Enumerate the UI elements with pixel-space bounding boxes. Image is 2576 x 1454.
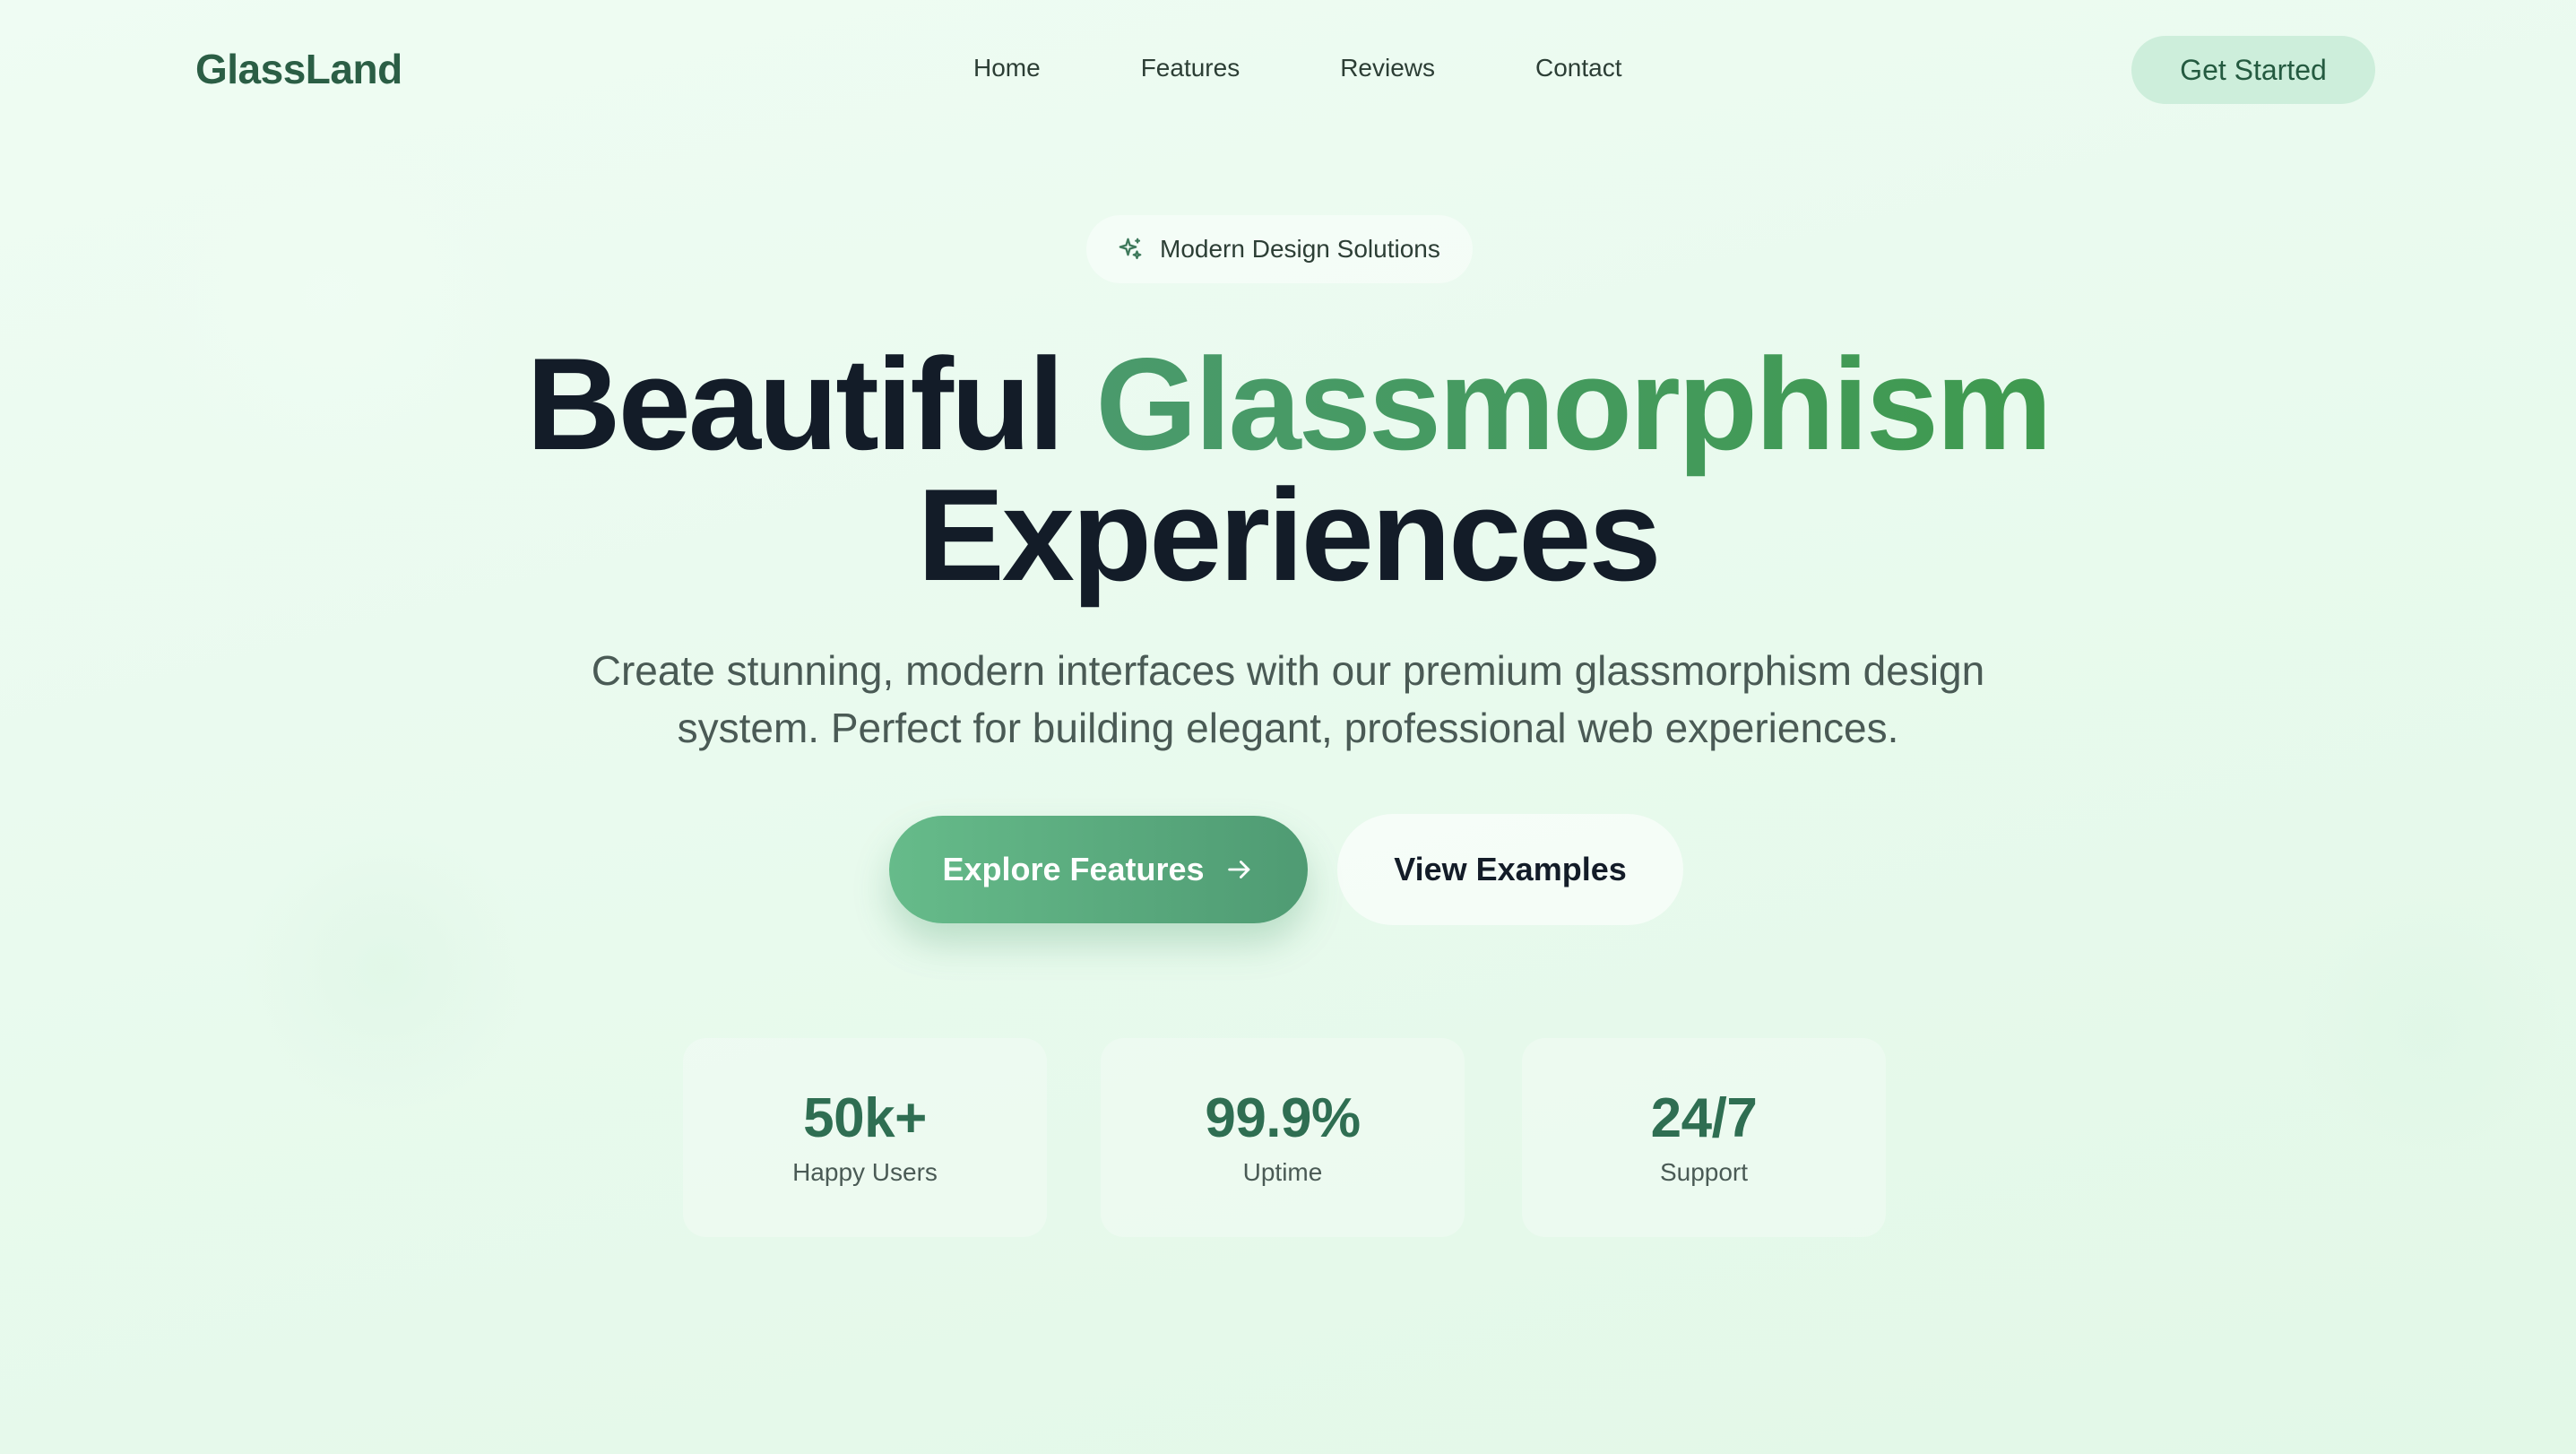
stat-label: Support [1659,1158,1749,1186]
hero-headline: Beautiful Glassmorphism Experiences [0,339,2576,601]
stat-label: Happy Users [792,1158,938,1186]
headline-part2: Experiences [917,462,1661,608]
sparkles-icon [1117,236,1144,263]
nav-link-home[interactable]: Home [973,54,1041,82]
hero-badge: Modern Design Solutions [1086,215,1473,283]
nav-links: Home Features Reviews Contact [973,54,1622,82]
badge-text: Modern Design Solutions [1160,235,1440,263]
nav-link-contact[interactable]: Contact [1535,54,1622,82]
nav-link-features[interactable]: Features [1141,54,1240,82]
nav-link-reviews[interactable]: Reviews [1340,54,1435,82]
headline-part1: Beautiful [526,331,1096,477]
explore-features-button[interactable]: Explore Features [889,816,1308,923]
top-navigation: GlassLand Home Features Reviews Contact … [0,0,2576,140]
arrow-right-icon [1224,854,1255,885]
headline-accent: Glassmorphism [1095,331,2052,477]
stat-card: 24/7 Support [1522,1038,1886,1237]
hero-subtitle: Create stunning, modern interfaces with … [591,647,1985,751]
view-examples-button[interactable]: View Examples [1337,814,1683,925]
decorative-blob [2295,896,2563,1165]
stat-value: 24/7 [1650,1087,1758,1149]
stat-value: 99.9% [1205,1087,1361,1149]
stat-card: 99.9% Uptime [1101,1038,1465,1237]
stat-label: Uptime [1242,1158,1323,1186]
brand-logo[interactable]: GlassLand [195,45,402,93]
decorative-blob [242,825,529,1112]
explore-features-label: Explore Features [942,851,1205,887]
stat-card: 50k+ Happy Users [683,1038,1047,1237]
stat-value: 50k+ [803,1087,927,1149]
get-started-button[interactable]: Get Started [2131,36,2375,104]
